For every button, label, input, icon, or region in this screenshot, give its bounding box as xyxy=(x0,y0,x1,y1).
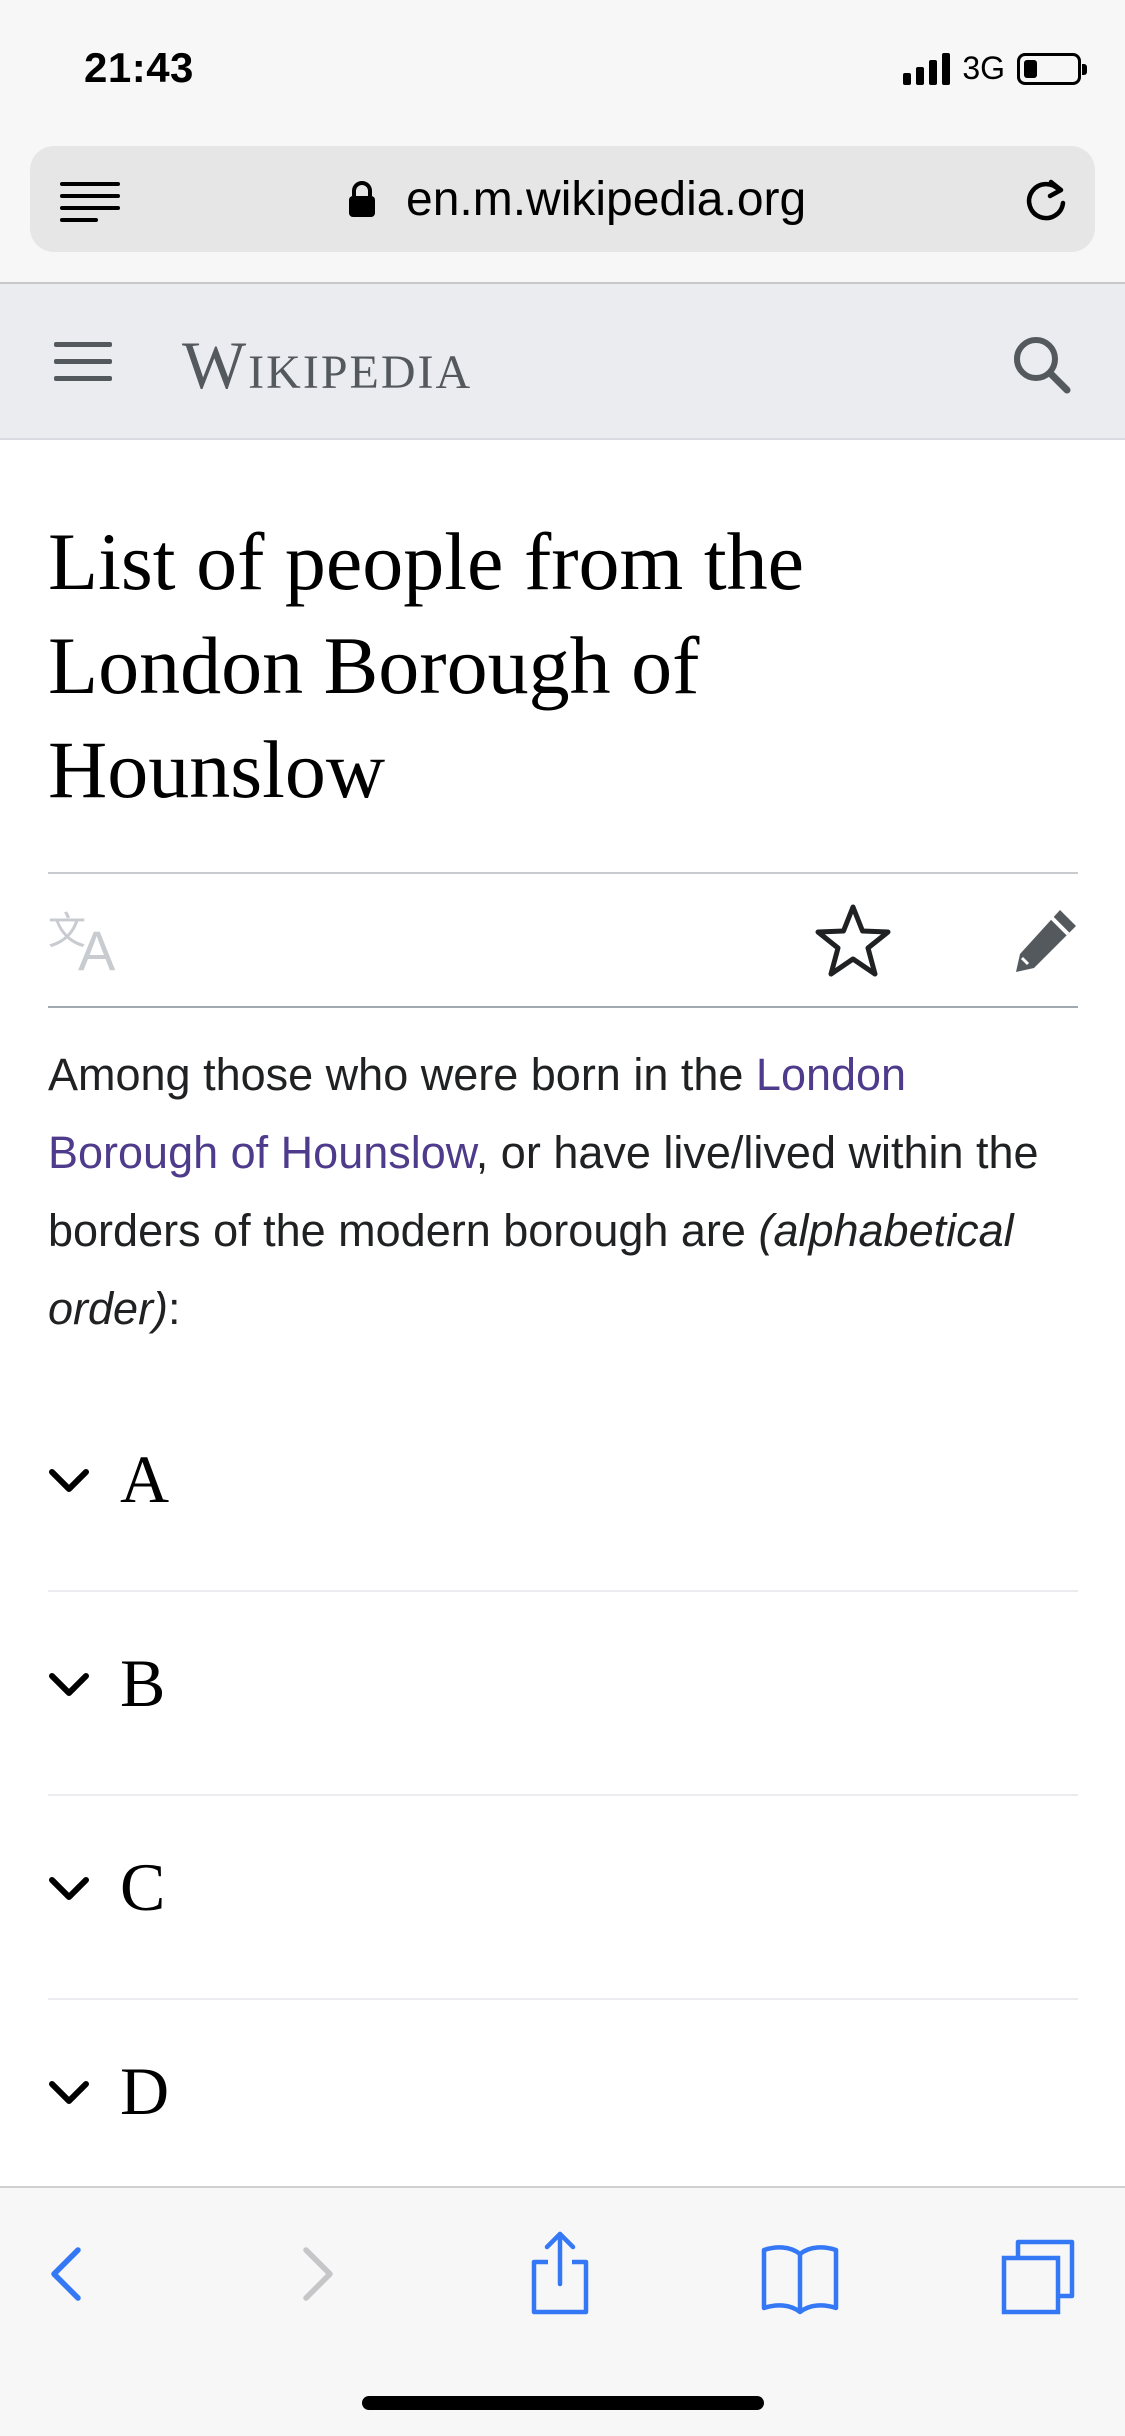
intro-text-start: Among those who were born in the xyxy=(48,1049,756,1100)
bookmarks-icon[interactable] xyxy=(760,2228,840,2318)
watch-star-icon[interactable] xyxy=(814,902,892,980)
tabs-icon[interactable] xyxy=(1000,2228,1080,2318)
wikipedia-wordmark[interactable]: Wikipedia xyxy=(182,326,472,405)
battery-level xyxy=(1024,59,1037,78)
svg-text:A: A xyxy=(78,919,116,974)
back-icon[interactable] xyxy=(28,2228,108,2318)
chevron-down-icon xyxy=(49,1469,89,1492)
status-indicators: 3G xyxy=(903,50,1087,87)
status-bar: 21:43 3G xyxy=(0,0,1125,140)
chevron-down-icon xyxy=(49,1877,89,1900)
browser-toolbar xyxy=(0,2186,1125,2436)
status-time: 21:43 xyxy=(84,44,194,91)
forward-icon xyxy=(303,2247,333,2301)
page-actions-bar: 文 A xyxy=(48,872,1078,1008)
language-icon[interactable]: 文 A xyxy=(48,904,128,974)
search-icon[interactable] xyxy=(1009,332,1073,396)
section-heading: B xyxy=(120,1645,166,1721)
menu-icon[interactable] xyxy=(54,342,112,382)
section-d[interactable]: D xyxy=(48,2000,1078,2204)
intro-text-end: : xyxy=(168,1283,181,1334)
chevron-down-icon xyxy=(49,2081,89,2104)
section-heading: C xyxy=(120,1849,166,1925)
share-icon[interactable] xyxy=(520,2228,600,2318)
signal-icon xyxy=(903,52,951,85)
home-indicator[interactable] xyxy=(362,2396,764,2410)
wiki-header: Wikipedia xyxy=(0,284,1125,440)
section-list: A B C D xyxy=(48,1388,1078,2204)
section-b[interactable]: B xyxy=(48,1592,1078,1796)
chevron-down-icon xyxy=(49,1673,89,1696)
browser-address-area: en.m.wikipedia.org xyxy=(0,140,1125,284)
article-content: List of people from the London Borough o… xyxy=(48,440,1078,2204)
section-a[interactable]: A xyxy=(48,1388,1078,1592)
section-heading: D xyxy=(120,2053,170,2129)
battery-icon xyxy=(1017,52,1087,85)
network-label: 3G xyxy=(962,50,1005,86)
page-title: List of people from the London Borough o… xyxy=(48,516,805,815)
section-heading: A xyxy=(120,1441,170,1517)
url-text[interactable]: en.m.wikipedia.org xyxy=(406,172,806,227)
section-c[interactable]: C xyxy=(48,1796,1078,2000)
lock-icon xyxy=(349,181,375,217)
address-bar[interactable]: en.m.wikipedia.org xyxy=(30,146,1095,252)
reload-icon[interactable] xyxy=(1021,176,1071,226)
edit-pencil-icon[interactable] xyxy=(1008,904,1082,978)
intro-paragraph: Among those who were born in the London … xyxy=(48,1036,1078,1348)
reader-view-icon[interactable] xyxy=(60,182,120,224)
